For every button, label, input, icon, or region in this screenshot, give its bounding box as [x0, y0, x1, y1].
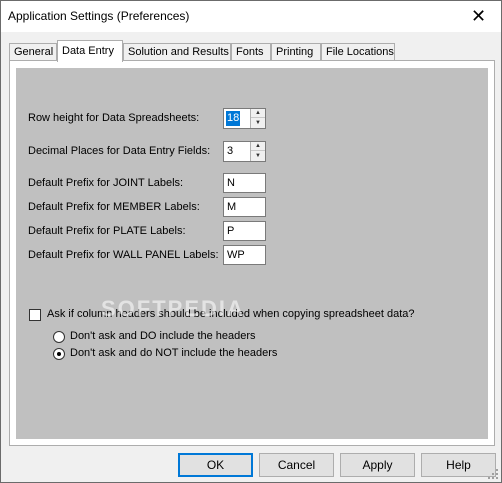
tab-label: File Locations [326, 46, 394, 58]
radio-include-headers[interactable] [53, 331, 65, 343]
wall-panel-prefix-field[interactable]: WP [223, 245, 266, 265]
radio-exclude-headers-label[interactable]: Don't ask and do NOT include the headers [70, 347, 277, 359]
tab-file-locations[interactable]: File Locations [321, 43, 395, 61]
tab-label: Solution and Results [128, 46, 229, 58]
decimal-places-value[interactable]: 3 [226, 144, 234, 159]
title-bar: Application Settings (Preferences) ✕ [1, 1, 501, 32]
stepper-buttons: ▲ ▼ [250, 142, 265, 161]
tab-data-entry[interactable]: Data Entry [57, 40, 123, 62]
wall-panel-prefix-label: Default Prefix for WALL PANEL Labels: [28, 249, 219, 261]
close-button[interactable]: ✕ [456, 1, 501, 31]
spin-up-icon[interactable]: ▲ [251, 109, 265, 118]
data-entry-panel: Row height for Data Spreadsheets: 18 ▲ ▼… [16, 68, 488, 439]
radio-exclude-headers[interactable] [53, 348, 65, 360]
tab-fonts[interactable]: Fonts [231, 43, 271, 61]
joint-prefix-label: Default Prefix for JOINT Labels: [28, 177, 184, 189]
decimal-places-stepper[interactable]: 3 ▲ ▼ [223, 141, 266, 162]
resize-grip-icon[interactable] [487, 468, 499, 480]
ok-button[interactable]: OK [178, 453, 253, 477]
tab-general[interactable]: General [9, 43, 57, 61]
row-height-stepper[interactable]: 18 ▲ ▼ [223, 108, 266, 129]
tab-printing[interactable]: Printing [271, 43, 321, 61]
spin-down-icon[interactable]: ▼ [251, 151, 265, 160]
plate-prefix-label: Default Prefix for PLATE Labels: [28, 225, 186, 237]
radio-include-headers-label[interactable]: Don't ask and DO include the headers [70, 330, 256, 342]
tab-label: Data Entry [62, 45, 114, 57]
window-title: Application Settings (Preferences) [8, 9, 190, 23]
row-height-label: Row height for Data Spreadsheets: [28, 112, 200, 124]
ask-headers-checkbox[interactable] [29, 309, 41, 321]
spin-down-icon[interactable]: ▼ [251, 118, 265, 127]
ask-headers-label[interactable]: Ask if column headers should be included… [47, 308, 415, 320]
member-prefix-field[interactable]: M [223, 197, 266, 217]
apply-button[interactable]: Apply [340, 453, 415, 477]
spin-up-icon[interactable]: ▲ [251, 142, 265, 151]
cancel-button[interactable]: Cancel [259, 453, 334, 477]
preferences-dialog: Application Settings (Preferences) ✕ Gen… [0, 0, 502, 483]
close-icon: ✕ [470, 5, 487, 26]
tab-label: Fonts [236, 46, 264, 58]
tab-label: General [14, 46, 54, 58]
help-button[interactable]: Help [421, 453, 496, 477]
joint-prefix-field[interactable]: N [223, 173, 266, 193]
tab-panel: Row height for Data Spreadsheets: 18 ▲ ▼… [9, 60, 495, 446]
tab-label: Printing [276, 46, 314, 58]
stepper-buttons: ▲ ▼ [250, 109, 265, 128]
decimal-places-label: Decimal Places for Data Entry Fields: [28, 145, 211, 157]
row-height-value[interactable]: 18 [226, 111, 241, 126]
tab-solution-and-results[interactable]: Solution and Results [123, 43, 231, 61]
plate-prefix-field[interactable]: P [223, 221, 266, 241]
member-prefix-label: Default Prefix for MEMBER Labels: [28, 201, 200, 213]
